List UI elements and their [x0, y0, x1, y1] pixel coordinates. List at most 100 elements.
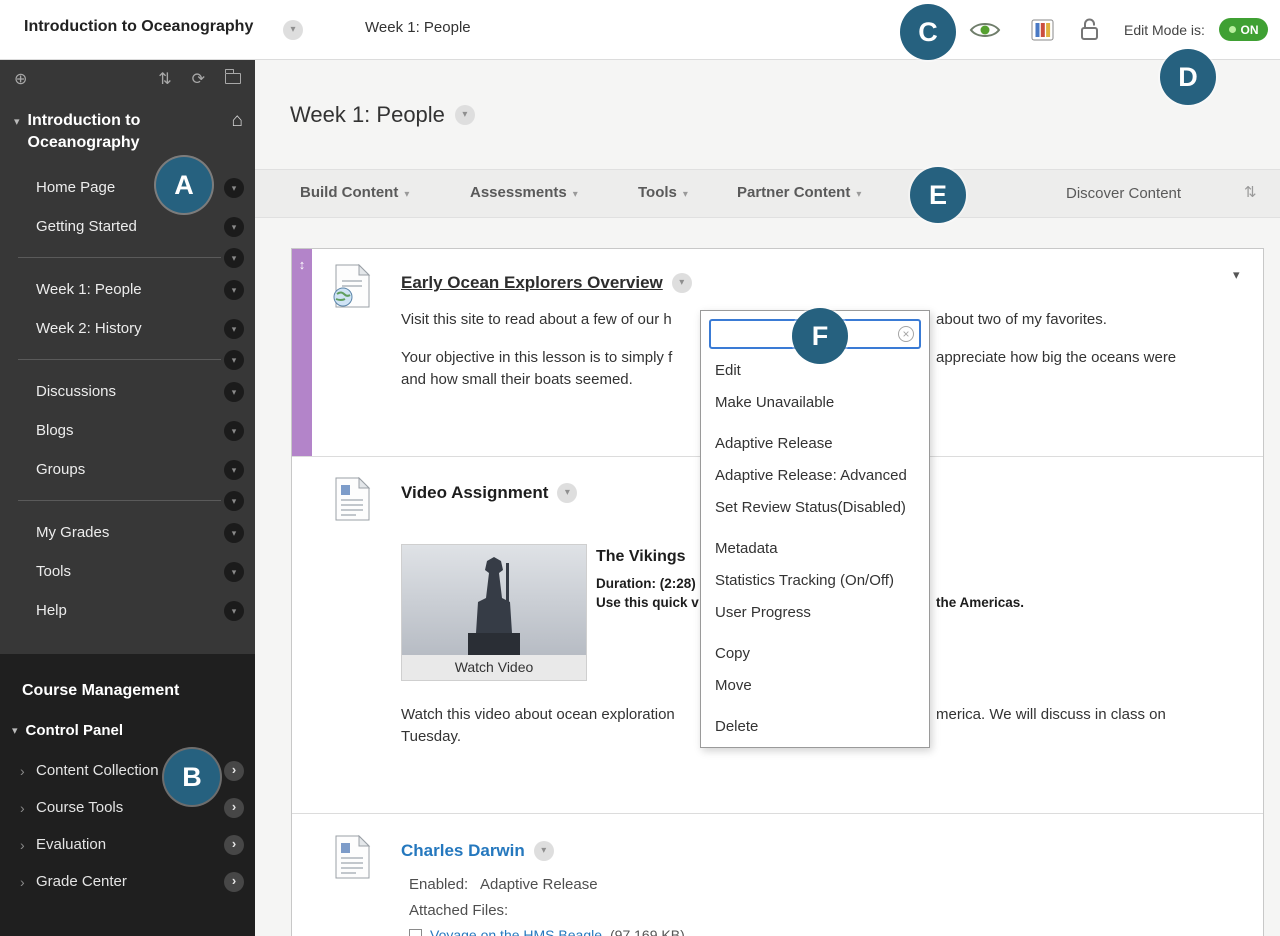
menu-item-adaptive-release[interactable]: Adaptive Release	[701, 428, 929, 460]
sidebar-item-label: Groups	[36, 461, 86, 478]
expand-right-icon[interactable]: ›	[224, 760, 244, 781]
chevron-down-icon[interactable]: ▾	[224, 177, 244, 198]
sidebar-item-discussions[interactable]: Discussions ▾	[0, 372, 255, 411]
chevron-down-icon[interactable]: ▾	[224, 600, 244, 621]
unlock-icon[interactable]	[1077, 16, 1102, 48]
discover-content-button[interactable]: Discover Content	[1066, 185, 1181, 202]
chevron-down-icon[interactable]: ▾	[224, 279, 244, 300]
course-title-chevron-icon[interactable]: ▾	[283, 20, 303, 40]
watch-video-button[interactable]: Watch Video	[402, 655, 586, 680]
move-vertical-icon: ↕	[298, 257, 306, 272]
partner-content-button[interactable]: Partner Content ▾	[737, 184, 861, 201]
annotation-badge-c: C	[900, 4, 956, 60]
sidebar-item-course-tools[interactable]: › Course Tools ›	[0, 789, 255, 826]
sidebar-item-evaluation[interactable]: › Evaluation ›	[0, 826, 255, 863]
control-panel-label: Control Panel	[25, 721, 124, 739]
menu-item-set-review-status[interactable]: Set Review Status(Disabled)	[701, 492, 929, 524]
video-thumbnail[interactable]: Watch Video	[401, 544, 587, 681]
top-bar: Introduction to Oceanography ▾ Week 1: P…	[0, 0, 1280, 60]
sidebar-item-week-2-history[interactable]: Week 2: History ▾	[0, 309, 255, 348]
item1-title-link[interactable]: Early Ocean Explorers Overview	[401, 273, 663, 293]
content-item-icon	[331, 834, 371, 879]
sidebar-divider: ▾	[0, 489, 255, 513]
sidebar-item-my-grades[interactable]: My Grades ▾	[0, 513, 255, 552]
sidebar-item-label: Grade Center	[36, 873, 127, 890]
folder-view-icon[interactable]	[224, 69, 241, 88]
expand-right-icon[interactable]: ›	[224, 834, 244, 855]
sidebar-item-grade-center[interactable]: › Grade Center ›	[0, 863, 255, 900]
menu-item-make-unavailable[interactable]: Make Unavailable	[701, 387, 929, 419]
item3-title-link[interactable]: Charles Darwin	[401, 841, 525, 861]
reorder-icon[interactable]: ⇅	[158, 69, 171, 89]
sidebar-item-label: Discussions	[36, 383, 117, 400]
menu-item-statistics-tracking[interactable]: Statistics Tracking (On/Off)	[701, 565, 929, 597]
sidebar-item-home-page[interactable]: Home Page ▾	[0, 168, 255, 207]
item2-paragraph-cont: merica. We will discuss in class on	[936, 706, 1166, 723]
item1-options-chevron-icon[interactable]: ▾	[671, 273, 692, 293]
chevron-down-icon[interactable]: ▾	[224, 350, 244, 370]
sidebar-item-week-1-people[interactable]: Week 1: People ▾	[0, 270, 255, 309]
menu-item-list: Edit Make Unavailable Adaptive Release A…	[701, 355, 929, 743]
attached-files-label: Attached Files:	[409, 902, 509, 919]
expand-right-icon[interactable]: ›	[224, 797, 244, 818]
file-link[interactable]: Voyage on the HMS Beagle	[430, 927, 602, 936]
expand-right-icon[interactable]: ›	[224, 871, 244, 892]
theme-palette-icon[interactable]	[1030, 17, 1056, 48]
sidebar-item-tools[interactable]: Tools ▾	[0, 552, 255, 591]
build-content-button[interactable]: Build Content ▾	[300, 184, 409, 201]
menu-item-adaptive-release-advanced[interactable]: Adaptive Release: Advanced	[701, 460, 929, 492]
course-sidebar: ⊕ ⇅ ⟳ ▾ Introduction to Oceanography ⌂ H…	[0, 60, 255, 936]
tools-button[interactable]: Tools ▾	[638, 184, 688, 201]
sidebar-item-getting-started[interactable]: Getting Started ▾	[0, 207, 255, 246]
annotation-badge-d: D	[1160, 49, 1216, 105]
chevron-down-icon[interactable]: ▾	[224, 381, 244, 402]
edit-mode-label: Edit Mode is:	[1124, 22, 1205, 38]
annotation-badge-a: A	[156, 157, 212, 213]
clear-search-icon[interactable]: ×	[898, 326, 914, 342]
chevron-down-icon[interactable]: ▾	[224, 522, 244, 543]
chevron-down-icon[interactable]: ▾	[224, 561, 244, 582]
item1-title-row: Early Ocean Explorers Overview ▾	[401, 273, 692, 293]
chevron-down-icon[interactable]: ▾	[224, 248, 244, 268]
collapse-course-icon[interactable]: ▾	[14, 115, 20, 154]
chevron-down-icon[interactable]: ▾	[224, 491, 244, 511]
sidebar-item-label: Blogs	[36, 422, 74, 439]
chevron-down-icon: ▾	[682, 189, 688, 200]
control-panel-toggle[interactable]: ▾ Control Panel	[0, 708, 255, 752]
add-menu-item-icon[interactable]: ⊕	[14, 69, 27, 89]
drag-handle[interactable]: ↕	[292, 249, 312, 456]
menu-item-delete[interactable]: Delete	[701, 711, 929, 743]
chevron-right-icon: ›	[20, 762, 25, 779]
home-icon[interactable]: ⌂	[232, 110, 243, 154]
sidebar-item-blogs[interactable]: Blogs ▾	[0, 411, 255, 450]
chevron-down-icon[interactable]: ▾	[224, 420, 244, 441]
item2-title-link[interactable]: Video Assignment	[401, 483, 548, 503]
edit-mode-toggle[interactable]: ON	[1219, 18, 1268, 41]
chevron-down-icon[interactable]: ▾	[224, 216, 244, 237]
assessments-button[interactable]: Assessments ▾	[470, 184, 578, 201]
item3-options-chevron-icon[interactable]: ▾	[533, 841, 554, 861]
item1-paragraph2: Your objective in this lesson is to simp…	[401, 349, 673, 366]
file-size: (97.169 KB)	[610, 927, 685, 936]
file-checkbox[interactable]	[409, 928, 422, 936]
sidebar-item-groups[interactable]: Groups ▾	[0, 450, 255, 489]
menu-item-user-progress[interactable]: User Progress	[701, 597, 929, 629]
page-title-chevron-icon[interactable]: ▾	[454, 105, 475, 125]
collapse-item-icon[interactable]: ▾	[1233, 267, 1240, 283]
chevron-down-icon[interactable]: ▾	[224, 459, 244, 480]
student-preview-icon[interactable]	[968, 18, 1002, 47]
web-link-icon	[331, 263, 371, 308]
item2-options-chevron-icon[interactable]: ▾	[557, 483, 578, 503]
menu-item-metadata[interactable]: Metadata	[701, 533, 929, 565]
menu-item-copy[interactable]: Copy	[701, 638, 929, 670]
refresh-icon[interactable]: ⟳	[192, 69, 205, 89]
sidebar-item-help[interactable]: Help ▾	[0, 591, 255, 630]
course-header: ▾ Introduction to Oceanography ⌂	[0, 98, 255, 168]
collapse-control-panel-icon: ▾	[12, 724, 18, 737]
chevron-down-icon[interactable]: ▾	[224, 318, 244, 339]
sidebar-item-label: Course Tools	[36, 799, 124, 816]
menu-item-move[interactable]: Move	[701, 670, 929, 702]
sidebar-course-title[interactable]: Introduction to Oceanography	[28, 110, 196, 154]
annotation-badge-f: F	[792, 308, 848, 364]
sort-icon[interactable]: ⇅	[1244, 183, 1257, 201]
